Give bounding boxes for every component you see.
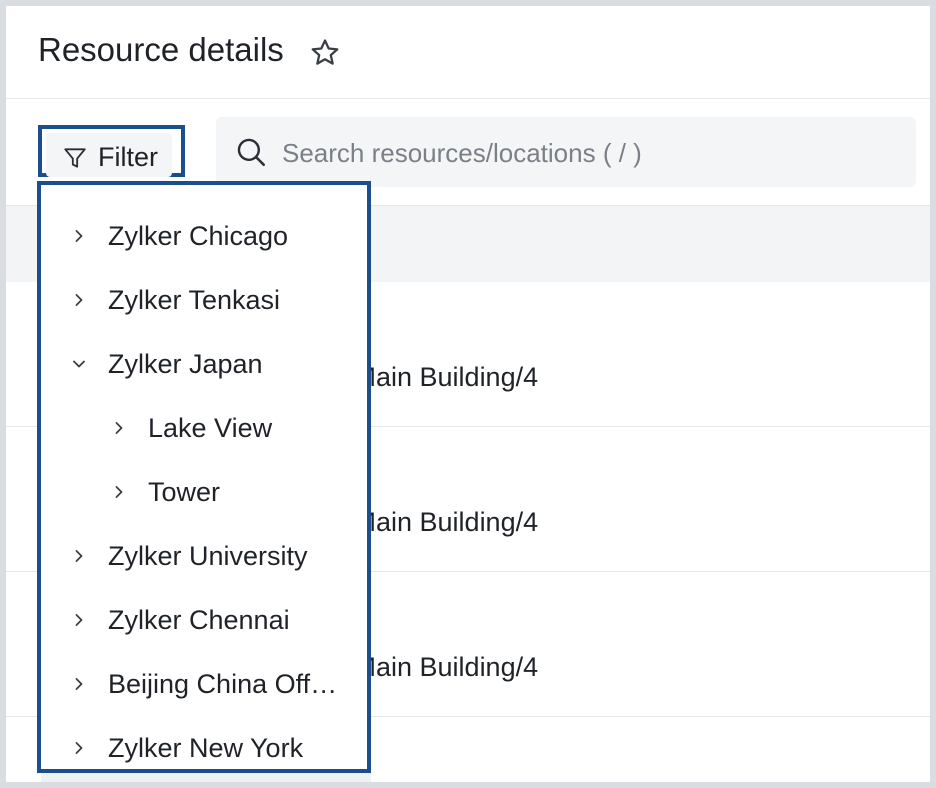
tree-item-tower[interactable]: Tower (41, 461, 367, 525)
tree-item-label: Tower (148, 477, 221, 507)
search-input[interactable] (280, 133, 884, 173)
tree-item-label: Zylker Chennai (108, 605, 290, 635)
filter-dropdown: Zylker Chicago Zylker Tenkasi Zylker Jap… (37, 181, 371, 773)
tree-item-zylker-chennai[interactable]: Zylker Chennai (41, 589, 367, 653)
row-location: /Main Building/4 (346, 507, 539, 537)
search-box[interactable] (216, 117, 916, 187)
row-location: /Main Building/4 (346, 362, 539, 392)
chevron-right-icon[interactable] (111, 420, 127, 436)
tree-item-lake-view[interactable]: Lake View (41, 397, 367, 461)
chevron-right-icon[interactable] (71, 612, 87, 628)
tree-item-zylker-japan[interactable]: Zylker Japan (41, 333, 367, 397)
chevron-right-icon[interactable] (111, 484, 127, 500)
chevron-right-icon[interactable] (71, 292, 87, 308)
tree-item-beijing-china-office[interactable]: Beijing China Off… (41, 653, 367, 717)
chevron-down-icon[interactable] (71, 356, 87, 372)
filter-label: Filter (98, 142, 158, 172)
tree-item-zylker-chicago[interactable]: Zylker Chicago (41, 205, 367, 269)
chevron-right-icon[interactable] (71, 676, 87, 692)
tree-item-zylker-tenkasi[interactable]: Zylker Tenkasi (41, 269, 367, 333)
tree-item-label: Lake View (148, 413, 273, 443)
page-title: Resource details (38, 31, 284, 68)
tree-item-label: Zylker University (108, 541, 308, 571)
chevron-right-icon[interactable] (71, 548, 87, 564)
filter-button[interactable]: Filter (38, 125, 185, 177)
tree-item-label: Zylker Japan (108, 349, 263, 379)
row-location: /Main Building/4 (346, 652, 539, 682)
tree-item-label: Beijing China Off… (108, 669, 338, 699)
tree-item-zylker-new-york[interactable]: Zylker New York (41, 717, 367, 769)
star-icon[interactable] (308, 36, 342, 70)
chevron-right-icon[interactable] (71, 228, 87, 244)
page-header: Resource details (6, 6, 930, 99)
dropdown-shadow (41, 773, 371, 782)
tree-item-label: Zylker Tenkasi (108, 285, 281, 315)
search-icon (234, 135, 268, 169)
tree-item-label: Zylker Chicago (108, 221, 289, 251)
funnel-icon (62, 145, 88, 171)
tree-item-label: Zylker New York (108, 733, 304, 763)
chevron-right-icon[interactable] (71, 740, 87, 756)
tree-item-zylker-university[interactable]: Zylker University (41, 525, 367, 589)
app-window: Resource details Filter Search resources… (6, 6, 930, 782)
